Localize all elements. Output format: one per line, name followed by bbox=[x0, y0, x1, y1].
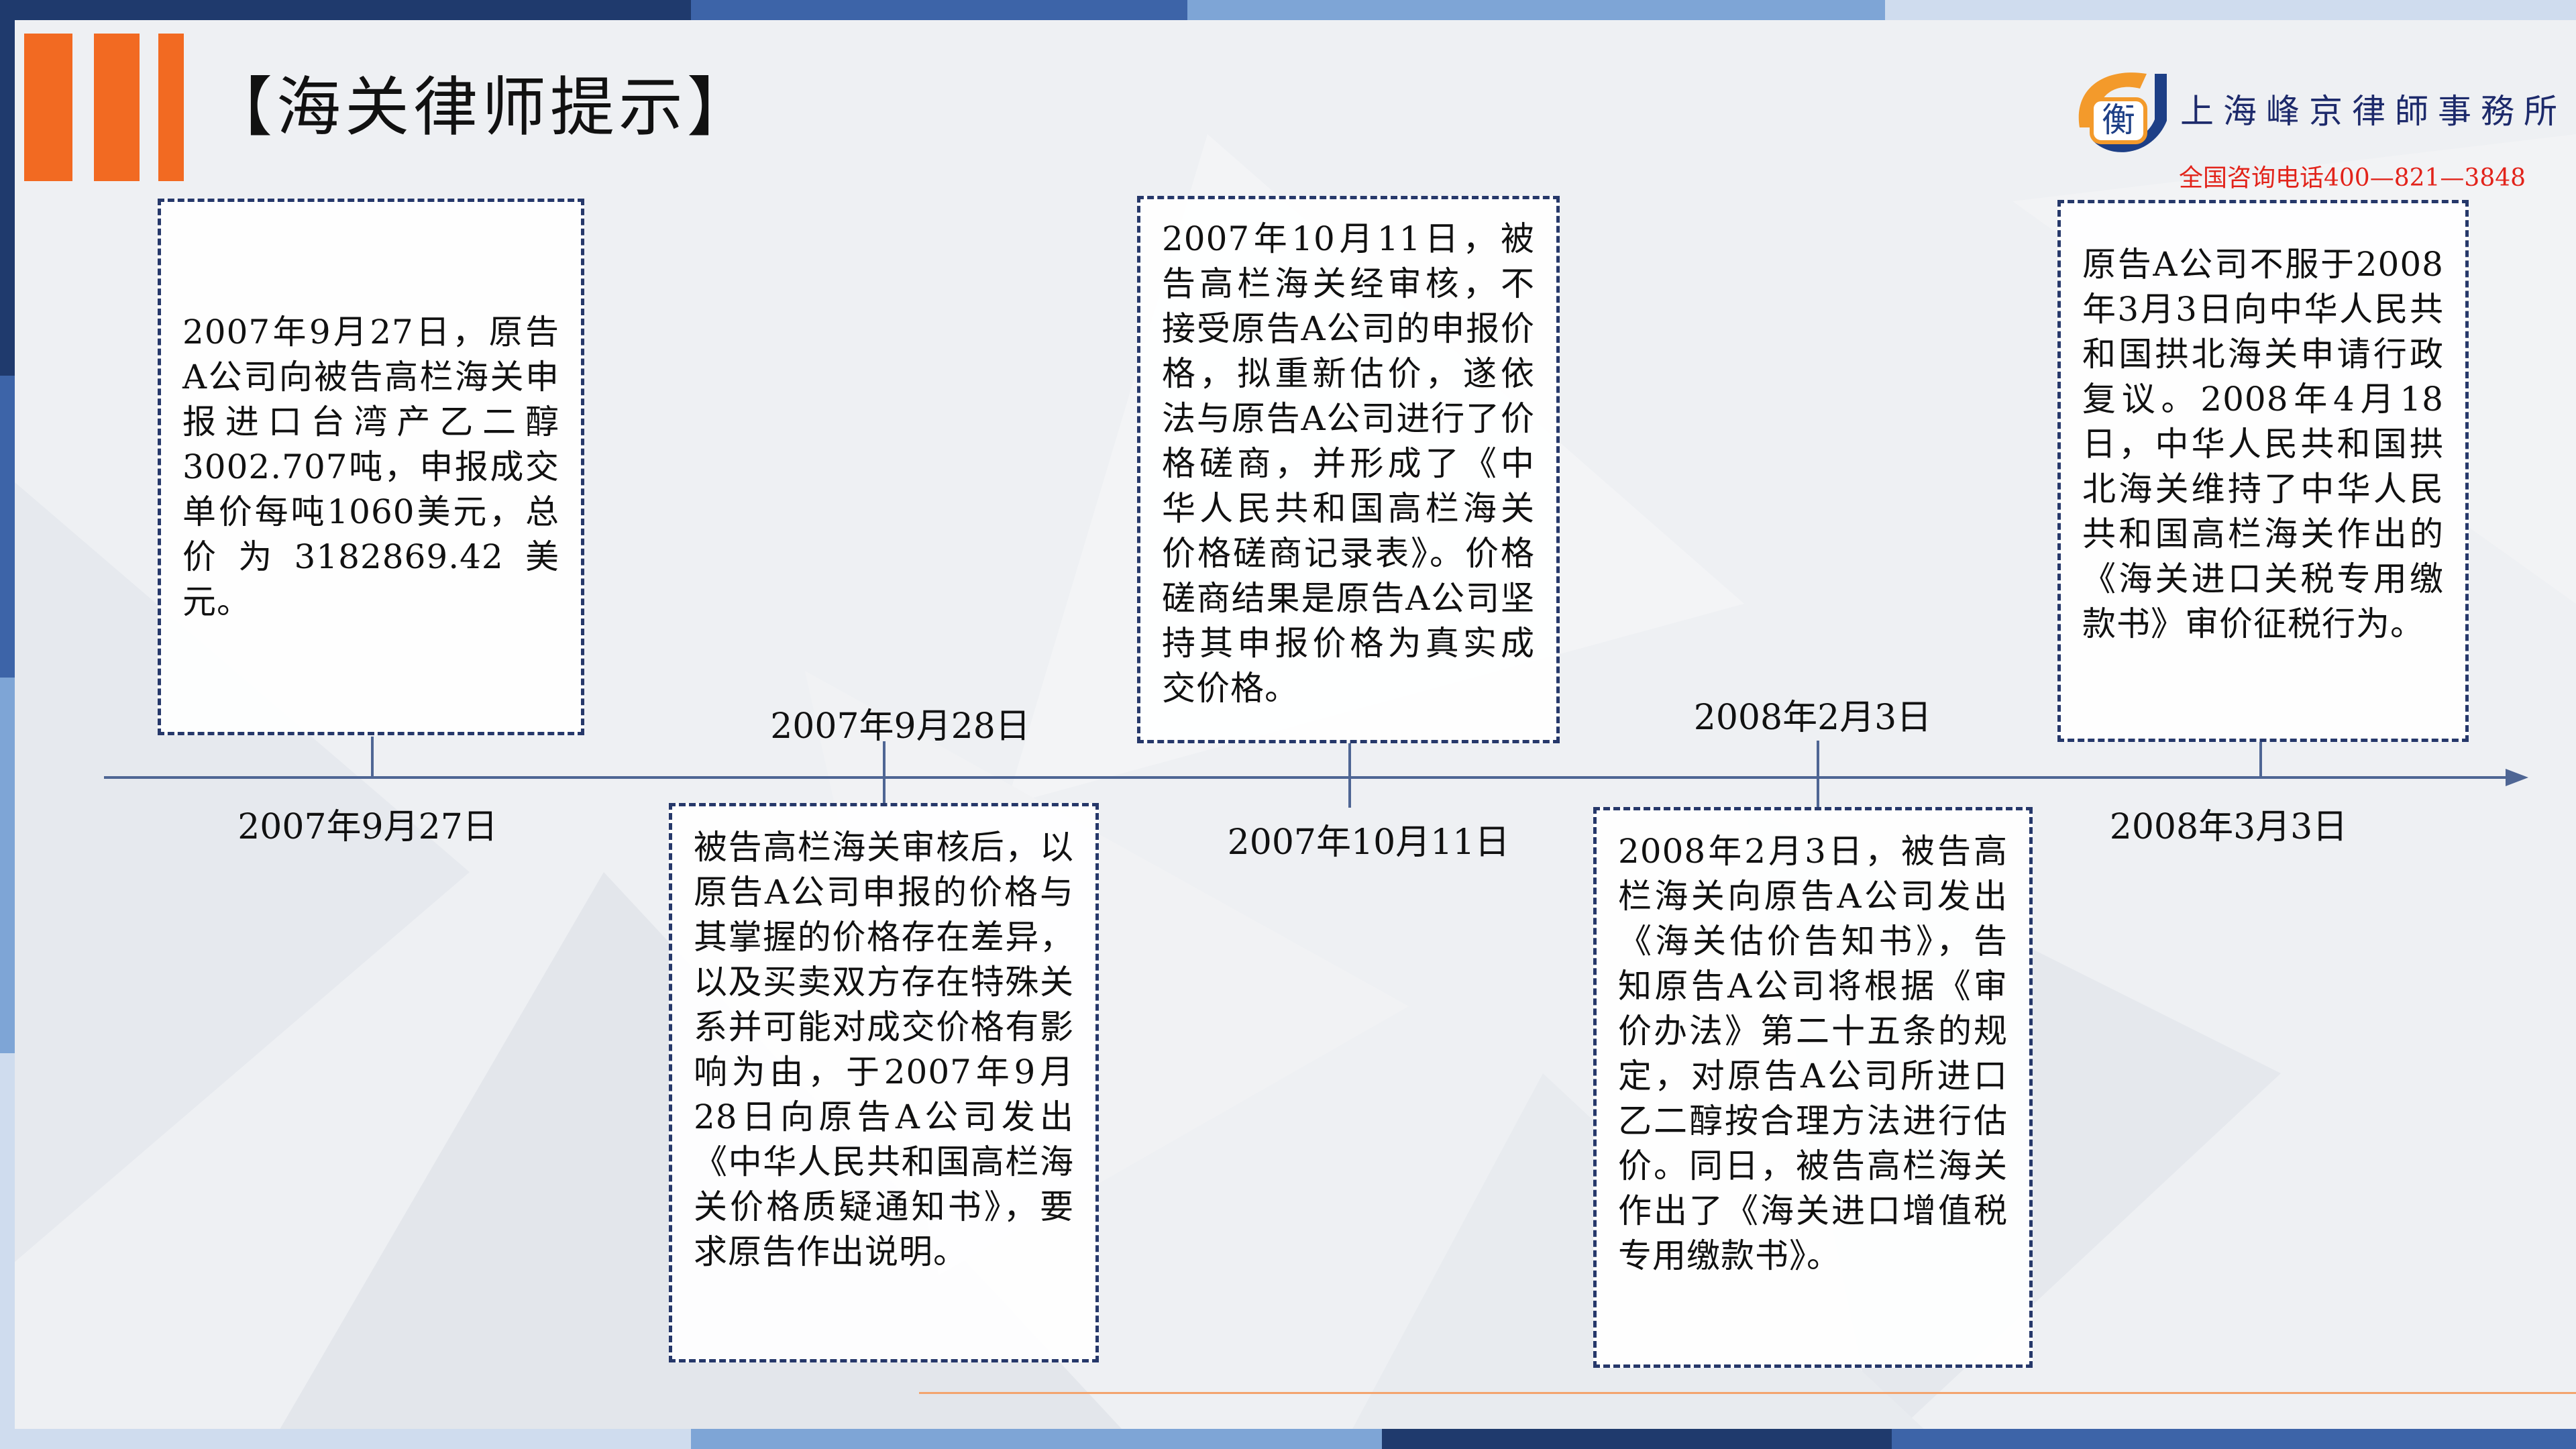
svg-text:衡: 衡 bbox=[2102, 101, 2135, 140]
top-strip-1 bbox=[0, 0, 691, 20]
firm-logo: 衡 上海峰京律師事務所 全国咨询电话400—821—3848 bbox=[2066, 54, 2563, 192]
timeline-tick-1 bbox=[371, 737, 374, 778]
event-card-2: 被告高栏海关审核后，以原告A公司申报的价格与其掌握的价格存在差异，以及买卖双方存… bbox=[669, 803, 1099, 1362]
timeline-date-1: 2007年9月27日 bbox=[237, 807, 498, 847]
event-card-3-text: 2007年10月11日，被告高栏海关经审核，不接受原告A公司的申报价格，拟重新估… bbox=[1162, 219, 1535, 708]
event-card-4-text: 2008年2月3日，被告高栏海关向原告A公司发出《海关估价告知书》，告知原告A公… bbox=[1618, 832, 2008, 1275]
timeline-tick-3 bbox=[1348, 742, 1351, 808]
event-card-5-text: 原告A公司不服于2008年3月3日向中华人民共和国拱北海关申请行政复议。2008… bbox=[2082, 245, 2444, 643]
event-card-5: 原告A公司不服于2008年3月3日向中华人民共和国拱北海关申请行政复议。2008… bbox=[2057, 200, 2469, 742]
timeline-tick-2 bbox=[883, 741, 885, 805]
timeline-date-4: 2008年2月3日 bbox=[1693, 698, 1932, 738]
left-edge-3 bbox=[0, 678, 15, 1053]
event-card-4: 2008年2月3日，被告高栏海关向原告A公司发出《海关估价告知书》，告知原告A公… bbox=[1593, 807, 2033, 1368]
timeline-date-5: 2008年3月3日 bbox=[2109, 807, 2348, 847]
top-strip-2 bbox=[691, 0, 1187, 20]
event-card-3: 2007年10月11日，被告高栏海关经审核，不接受原告A公司的申报价格，拟重新估… bbox=[1137, 196, 1560, 743]
left-edge-4 bbox=[0, 1053, 15, 1449]
firm-logo-icon: 衡 bbox=[2078, 72, 2167, 152]
title-accent-bar-1 bbox=[24, 34, 72, 181]
title-accent-bar-2 bbox=[94, 34, 140, 181]
event-card-1: 2007年9月27日，原告A公司向被告高栏海关申报进口台湾产乙二醇3002.70… bbox=[158, 199, 584, 735]
timeline-arrow-head bbox=[2506, 769, 2528, 786]
event-card-2-text: 被告高栏海关审核后，以原告A公司申报的价格与其掌握的价格存在差异，以及买卖双方存… bbox=[694, 828, 1074, 1271]
top-strip-4 bbox=[1885, 0, 2576, 20]
bottom-strip-1 bbox=[0, 1429, 691, 1449]
timeline-date-3: 2007年10月11日 bbox=[1227, 822, 1510, 863]
timeline-tick-4 bbox=[1817, 741, 1819, 808]
bottom-strip-4 bbox=[1892, 1429, 2576, 1449]
firm-phone: 全国咨询电话400—821—3848 bbox=[2179, 164, 2526, 192]
top-strip-3 bbox=[1187, 0, 1885, 20]
bottom-strip-3 bbox=[1382, 1429, 1892, 1449]
page-title: 【海关律师提示】 bbox=[208, 70, 755, 145]
decorative-line bbox=[919, 1392, 2576, 1394]
left-edge-2 bbox=[0, 376, 15, 678]
timeline-axis bbox=[104, 776, 2512, 779]
firm-name: 上海峰京律師事務所 bbox=[2180, 92, 2567, 131]
timeline-tick-5 bbox=[2259, 739, 2262, 778]
bottom-strip-2 bbox=[691, 1429, 1382, 1449]
left-edge-1 bbox=[0, 0, 15, 376]
event-card-1-text: 2007年9月27日，原告A公司向被告高栏海关申报进口台湾产乙二醇3002.70… bbox=[182, 312, 559, 621]
slide: 【海关律师提示】 衡 上海峰京律師事務所 全国咨询电话400—821—3848 … bbox=[0, 0, 2576, 1449]
title-accent-bar-3 bbox=[158, 34, 184, 181]
timeline-date-2: 2007年9月28日 bbox=[770, 706, 1030, 747]
